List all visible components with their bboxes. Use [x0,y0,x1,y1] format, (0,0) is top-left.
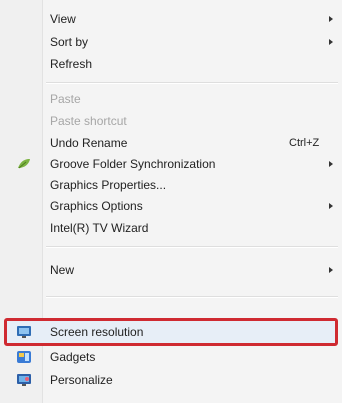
menu-item-sort-by-label: Sort by [50,35,89,49]
menu-item-view[interactable]: View [0,9,342,29]
menu-separator [46,82,338,84]
gadgets-icon [17,351,31,363]
menu-item-screen-resolution-label: Screen resolution [50,325,144,339]
submenu-arrow-icon [329,267,333,273]
menu-item-paste: Paste [0,89,342,109]
menu-item-intel-tv-wizard[interactable]: Intel(R) TV Wizard [0,218,342,238]
display-monitor-icon [17,326,31,338]
submenu-arrow-icon [329,16,333,22]
menu-item-graphics-properties[interactable]: Graphics Properties... [0,175,342,195]
personalize-icon [17,374,31,386]
undo-rename-shortcut-text: Ctrl+Z [289,137,320,149]
menu-item-screen-resolution[interactable]: Screen resolution [0,322,342,342]
menu-item-new[interactable]: New [0,260,342,280]
menu-item-paste-shortcut: Paste shortcut [0,111,342,131]
menu-item-view-label: View [50,12,76,26]
menu-item-paste-label: Paste [50,92,81,106]
menu-item-intel-tv-wizard-label: Intel(R) TV Wizard [50,221,149,235]
menu-item-graphics-properties-label: Graphics Properties... [50,178,167,192]
groove-leaf-icon [18,159,30,169]
menu-item-gadgets-label: Gadgets [50,350,96,364]
submenu-arrow-icon [329,39,333,45]
menu-item-refresh-label: Refresh [50,57,93,71]
menu-item-graphics-options[interactable]: Graphics Options [0,196,342,216]
desktop-context-menu: View Sort by Refresh Paste Paste shortcu… [0,0,342,403]
menu-item-graphics-options-label: Graphics Options [50,199,143,213]
menu-item-new-label: New [50,263,75,277]
submenu-arrow-icon [329,203,333,209]
menu-separator [46,246,338,248]
submenu-arrow-icon [329,161,333,167]
menu-item-personalize-label: Personalize [50,373,113,387]
menu-item-undo-rename-label: Undo Rename [50,136,128,150]
menu-item-paste-shortcut-label: Paste shortcut [50,114,127,128]
menu-item-groove-sync[interactable]: Groove Folder Synchronization [0,154,342,174]
menu-item-sort-by[interactable]: Sort by [0,32,342,52]
menu-item-undo-rename[interactable]: Undo Rename Ctrl+Z [0,133,342,153]
menu-item-groove-sync-label: Groove Folder Synchronization [50,157,216,171]
menu-item-personalize[interactable]: Personalize [0,370,342,390]
menu-separator [46,296,338,298]
menu-item-gadgets[interactable]: Gadgets [0,347,342,367]
menu-item-refresh[interactable]: Refresh [0,54,342,74]
